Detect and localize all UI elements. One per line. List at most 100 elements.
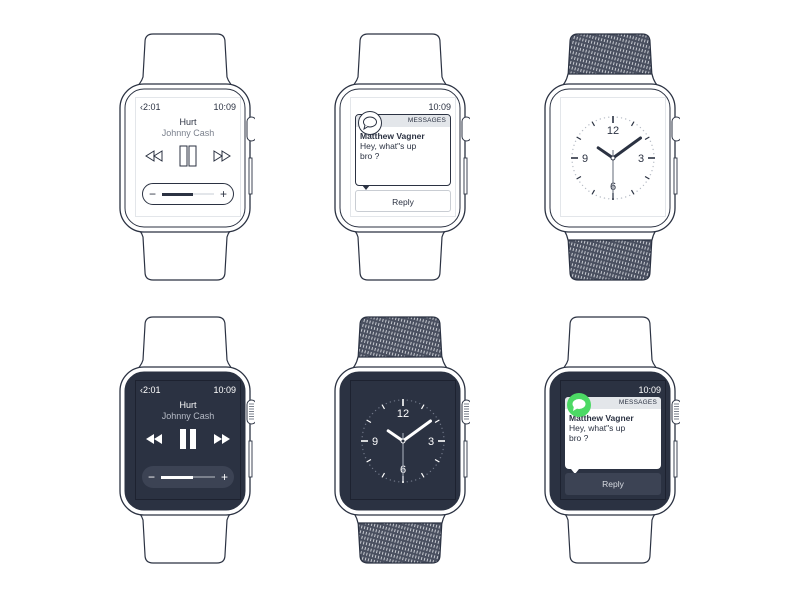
- minute-dot: [571, 161, 573, 163]
- minute-dot: [574, 173, 577, 176]
- hour-hand: [386, 429, 405, 443]
- minute-dot: [584, 187, 587, 190]
- pause-button[interactable]: [178, 145, 198, 167]
- watch-music-dark: ‹2:01 10:09 Hurt Johnny Cash − +: [115, 315, 255, 565]
- minute-dot: [645, 181, 647, 183]
- volume-slider[interactable]: [161, 475, 215, 479]
- volume-slider[interactable]: [162, 192, 214, 196]
- clock-time: 10:09: [213, 102, 236, 112]
- fast-forward-icon: [213, 150, 231, 162]
- minute-dot: [441, 452, 443, 455]
- side-button[interactable]: [673, 440, 678, 478]
- minute-dot: [620, 197, 623, 199]
- rewind-icon: [145, 150, 163, 162]
- minute-dot: [389, 479, 392, 481]
- minute-dot: [645, 133, 647, 135]
- clock-time: 10:09: [428, 102, 451, 112]
- rewind-button[interactable]: [144, 150, 164, 162]
- watch-band-top: [131, 316, 239, 374]
- minute-dot: [442, 431, 444, 434]
- side-button[interactable]: [248, 440, 253, 478]
- minute-dot: [378, 473, 380, 475]
- minute-dot: [581, 184, 584, 187]
- minute-dot: [651, 169, 653, 172]
- pause-button[interactable]: [178, 428, 198, 450]
- notification-message-line: Hey, what"s up: [569, 423, 626, 433]
- song-artist: Johnny Cash: [161, 128, 215, 138]
- fast-forward-button[interactable]: [212, 150, 232, 162]
- side-button[interactable]: [463, 440, 468, 478]
- minute-hand: [611, 136, 643, 160]
- reply-button[interactable]: Reply: [565, 473, 661, 495]
- hour-tick: [630, 121, 635, 127]
- minute-dot: [616, 116, 618, 118]
- watch-message-light: 10:09 MESSAGES Matthew Vagner Hey, what"…: [330, 32, 470, 282]
- minute-hand: [401, 419, 433, 443]
- minute-dot: [588, 190, 590, 192]
- minute-dot: [361, 436, 363, 438]
- volume-down-button[interactable]: −: [149, 187, 156, 201]
- hour-hand: [596, 146, 615, 160]
- minute-dot: [432, 412, 435, 415]
- clock-number: 3: [638, 153, 644, 165]
- side-button[interactable]: [673, 157, 678, 195]
- rewind-icon: [146, 434, 162, 444]
- side-button[interactable]: [463, 157, 468, 195]
- minute-dot: [442, 448, 444, 451]
- song-title: Hurt: [179, 117, 197, 127]
- minute-dot: [364, 423, 367, 426]
- minute-dot: [649, 173, 652, 176]
- minute-dot: [389, 401, 392, 403]
- watch-screen: 12369: [560, 97, 666, 217]
- watch-screen: 12369: [350, 380, 456, 500]
- minute-dot: [363, 452, 365, 455]
- volume-down-button[interactable]: −: [148, 470, 155, 484]
- volume-control[interactable]: − +: [142, 466, 234, 488]
- clock-number: 12: [607, 125, 619, 137]
- minute-dot: [393, 400, 396, 402]
- minute-dot: [439, 456, 442, 459]
- minute-dot: [584, 126, 587, 129]
- notification-message-line: Hey, what"s up: [360, 141, 417, 151]
- minute-dot: [572, 148, 574, 151]
- digital-crown[interactable]: [461, 116, 470, 142]
- minute-dot: [636, 190, 638, 192]
- clock-number: 9: [372, 436, 378, 448]
- watch-clock-dark: 12369: [330, 315, 470, 565]
- minute-dot: [628, 194, 631, 197]
- digital-crown[interactable]: [671, 116, 680, 142]
- watch-music-light: ‹2:01 10:09 Hurt Johnny Cash − +: [115, 32, 255, 282]
- speech-bubble-icon: [363, 116, 377, 130]
- minute-dot: [599, 118, 602, 120]
- minute-dot: [653, 153, 655, 155]
- minute-dot: [639, 187, 642, 190]
- digital-crown[interactable]: [246, 116, 255, 142]
- minute-dot: [642, 129, 645, 132]
- back-elapsed-time[interactable]: ‹2:01: [140, 102, 161, 112]
- watch-screen: ‹2:01 10:09 Hurt Johnny Cash − +: [135, 380, 241, 500]
- fast-forward-button[interactable]: [212, 433, 232, 445]
- watch-message-dark: 10:09 MESSAGES Matthew Vagner Hey, what"…: [540, 315, 680, 565]
- hour-tick: [591, 189, 596, 195]
- back-elapsed-time[interactable]: ‹2:01: [140, 385, 161, 395]
- rewind-button[interactable]: [144, 433, 164, 445]
- side-button[interactable]: [248, 157, 253, 195]
- pause-icon: [180, 429, 196, 449]
- volume-up-button[interactable]: +: [221, 470, 228, 484]
- volume-control[interactable]: − +: [142, 183, 234, 205]
- volume-up-button[interactable]: +: [220, 187, 227, 201]
- fast-forward-icon: [214, 434, 230, 444]
- minute-dot: [435, 416, 437, 418]
- minute-dot: [406, 481, 408, 483]
- watch-band-top: [346, 33, 454, 91]
- notification-card[interactable]: MESSAGES Matthew Vagner Hey, what"s up b…: [355, 111, 451, 190]
- minute-dot: [378, 407, 380, 409]
- watch-clock-light: 12369: [540, 32, 680, 282]
- minute-dot: [608, 198, 610, 200]
- minute-dot: [639, 126, 642, 129]
- minute-dot: [393, 480, 396, 482]
- reply-button[interactable]: Reply: [355, 190, 451, 212]
- hour-tick: [644, 136, 650, 141]
- notification-card[interactable]: MESSAGES Matthew Vagner Hey, what"s up b…: [565, 393, 661, 474]
- watch-band-top: [131, 33, 239, 91]
